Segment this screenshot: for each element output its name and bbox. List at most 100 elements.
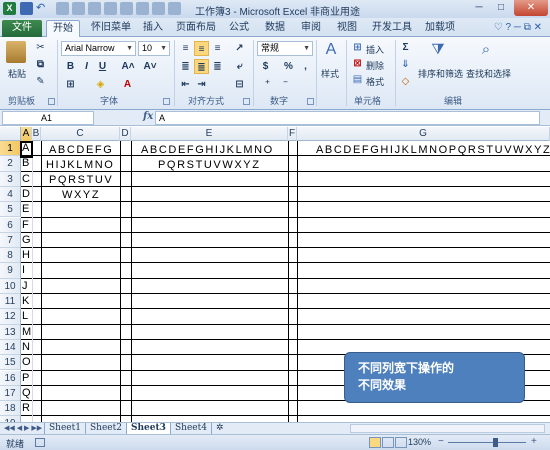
borders-icon[interactable]: ⊞	[63, 77, 78, 92]
cell-a7[interactable]: G	[22, 234, 31, 246]
cell-g1[interactable]: ABCDEFGHIJKLMNOPQRSTUVWXYZ	[316, 144, 550, 156]
currency-button[interactable]: $	[258, 59, 273, 74]
zoom-slider-track[interactable]	[448, 442, 526, 443]
tab-view[interactable]: 视图	[334, 20, 360, 37]
clear-icon[interactable]: ◇	[398, 74, 413, 89]
row-header[interactable]: 2	[0, 156, 21, 172]
row-header[interactable]: 10	[0, 278, 21, 294]
row-header[interactable]: 13	[0, 324, 21, 340]
quick-access-icon[interactable]	[152, 2, 165, 15]
cell-a16[interactable]: P	[22, 372, 29, 384]
sheet-tab-sheet1[interactable]: Sheet1	[44, 423, 85, 434]
zoom-out-button[interactable]: −	[438, 436, 444, 447]
cell-a12[interactable]: L	[22, 310, 28, 322]
cell-a4[interactable]: D	[22, 188, 30, 200]
zoom-in-button[interactable]: +	[531, 436, 537, 447]
sort-filter-icon[interactable]: ⧩	[428, 41, 448, 63]
row-header[interactable]: 7	[0, 232, 21, 249]
row-header[interactable]: 18	[0, 401, 21, 417]
row-header[interactable]: 15	[0, 355, 21, 371]
sheet-nav-arrows[interactable]: ◀◀ ◀ ▶ ▶▶	[4, 423, 42, 434]
cell-c1[interactable]: ABCDEFG	[49, 144, 113, 156]
column-header[interactable]: E	[131, 127, 288, 141]
row-header[interactable]: 8	[0, 248, 21, 264]
tab-insert[interactable]: 插入	[140, 20, 166, 37]
maximize-button[interactable]: □	[490, 0, 512, 16]
cell-a6[interactable]: F	[22, 219, 29, 231]
quick-access-icon[interactable]	[120, 2, 133, 15]
quick-access-icon[interactable]	[88, 2, 101, 15]
find-select-button[interactable]: 查找和选择	[466, 67, 511, 80]
styles-icon[interactable]: A	[322, 41, 340, 63]
paste-icon[interactable]	[6, 41, 26, 63]
tab-addins[interactable]: 加载项	[422, 20, 458, 37]
comma-button[interactable]: ,	[298, 59, 313, 74]
column-header[interactable]: D	[120, 127, 131, 141]
quick-access-icon[interactable]	[72, 2, 85, 15]
insert-cells-button[interactable]: 插入	[366, 43, 384, 56]
clipboard-launcher-icon[interactable]	[48, 98, 55, 105]
column-header[interactable]: G	[297, 127, 550, 141]
merge-center-icon[interactable]: ⊟	[232, 77, 247, 92]
sort-filter-button[interactable]: 排序和筛选	[418, 67, 463, 80]
sheet-tab-sheet3[interactable]: Sheet3	[126, 423, 170, 434]
align-right-icon[interactable]: ≣	[210, 59, 225, 74]
sheet-tab-sheet4[interactable]: Sheet4	[170, 423, 211, 434]
help-icons[interactable]: ♡ ? ─ ⧉ ✕	[494, 22, 542, 33]
alignment-launcher-icon[interactable]	[243, 98, 250, 105]
column-header[interactable]: C	[41, 127, 120, 141]
increase-indent-icon[interactable]: ⇥	[194, 77, 209, 92]
row-header[interactable]: 14	[0, 339, 21, 356]
align-center-icon[interactable]: ≣	[194, 59, 209, 74]
tab-home[interactable]: 开始	[46, 20, 80, 38]
font-family-select[interactable]: Arial Narrow ▼	[61, 41, 136, 56]
fill-icon[interactable]: ⇓	[398, 57, 413, 72]
number-launcher-icon[interactable]	[307, 98, 314, 105]
quick-access-icon[interactable]	[56, 2, 69, 15]
close-button[interactable]: ✕	[514, 0, 548, 16]
autosum-button[interactable]: Σ	[398, 40, 413, 55]
find-select-icon[interactable]: ⌕	[476, 41, 496, 63]
name-box[interactable]: A1	[2, 111, 94, 125]
font-color-icon[interactable]: A	[120, 77, 135, 92]
cell-c2[interactable]: HIJKLMNO	[46, 159, 114, 171]
styles-button[interactable]: 样式	[321, 67, 339, 80]
tab-review[interactable]: 审阅	[298, 20, 324, 37]
tab-file[interactable]: 文件	[2, 20, 42, 37]
cell-c3[interactable]: PQRSTUV	[49, 174, 113, 186]
tab-formulas[interactable]: 公式	[226, 20, 252, 37]
font-launcher-icon[interactable]	[163, 98, 170, 105]
increase-decimal-icon[interactable]: ⁺	[260, 77, 275, 92]
page-break-view-icon[interactable]	[395, 437, 407, 448]
horizontal-scrollbar[interactable]	[350, 424, 545, 433]
align-middle-icon[interactable]: ≡	[194, 41, 209, 56]
cell-a11[interactable]: K	[22, 295, 29, 307]
undo-icon[interactable]: ↶	[36, 2, 49, 15]
formula-input[interactable]: A	[155, 111, 540, 125]
quick-access-icon[interactable]	[136, 2, 149, 15]
zoom-slider-thumb[interactable]	[492, 438, 498, 447]
row-header[interactable]: 1	[0, 141, 21, 157]
cell-e1[interactable]: ABCDEFGHIJKLMNO	[141, 144, 274, 156]
grow-font-button[interactable]: A˄	[118, 59, 138, 74]
tab-classic-menu[interactable]: 怀旧菜单	[86, 20, 136, 37]
fill-color-icon[interactable]: ◈	[93, 77, 108, 92]
format-painter-icon[interactable]: ✎	[33, 74, 48, 89]
orientation-icon[interactable]: ↗	[232, 41, 247, 56]
wrap-text-icon[interactable]: ⤶	[232, 59, 247, 74]
align-bottom-icon[interactable]: ≡	[210, 41, 225, 56]
insert-function-icon[interactable]: fx	[143, 111, 153, 122]
font-size-select[interactable]: 10 ▼	[138, 41, 170, 56]
insert-cells-icon[interactable]: ⊞	[350, 40, 365, 55]
row-header[interactable]: 11	[0, 294, 21, 310]
delete-cells-button[interactable]: 删除	[366, 59, 384, 72]
column-header[interactable]: A	[21, 127, 32, 141]
cell-a3[interactable]: C	[22, 173, 30, 185]
bold-button[interactable]: B	[63, 59, 78, 74]
cell-a18[interactable]: R	[22, 402, 30, 414]
column-header[interactable]: F	[288, 127, 297, 141]
delete-cells-icon[interactable]: ⊠	[350, 56, 365, 71]
row-header[interactable]: 5	[0, 202, 21, 218]
tab-data[interactable]: 数据	[262, 20, 288, 37]
row-header[interactable]: 16	[0, 370, 21, 386]
